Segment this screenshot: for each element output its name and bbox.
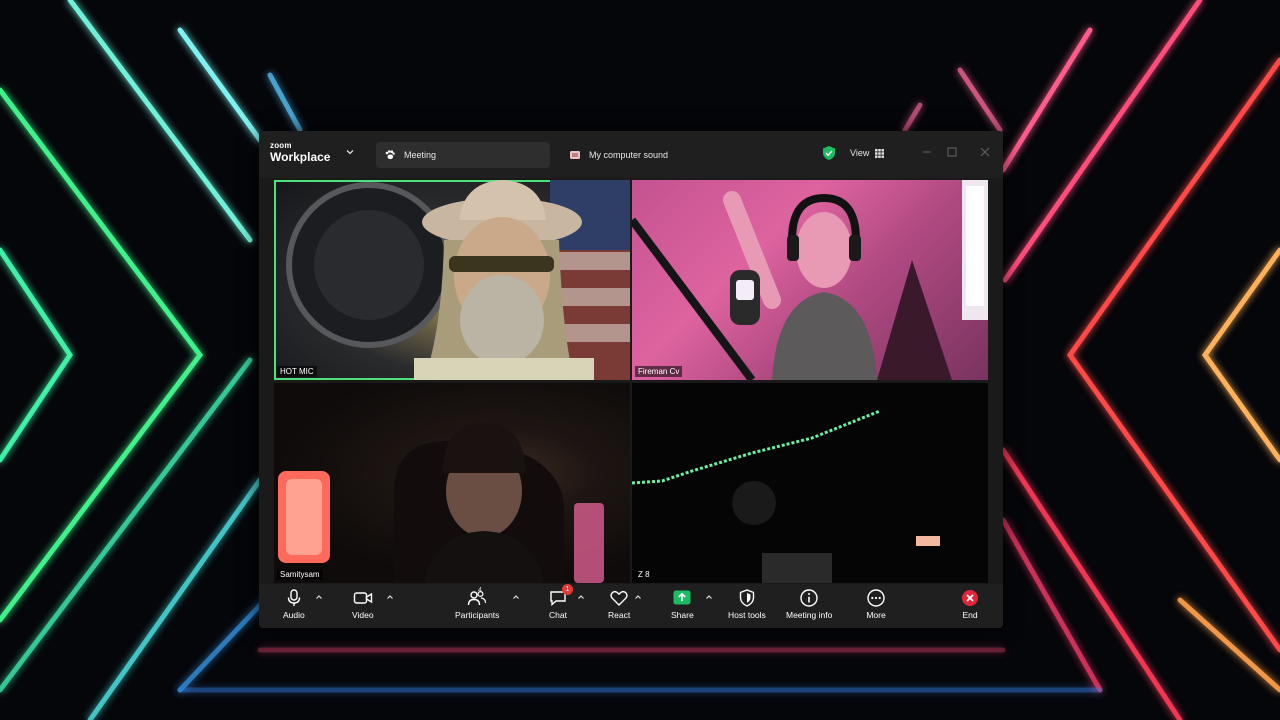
meeting-info-button[interactable]: Meeting info [786, 588, 832, 626]
participant-name-label: Samitysam [277, 569, 323, 580]
react-options-caret-icon[interactable] [634, 593, 642, 601]
logo-small-text: zoom [270, 141, 292, 150]
share-label: Share [671, 610, 694, 620]
more-dots-icon [867, 589, 885, 607]
video-options-caret-icon[interactable] [386, 593, 394, 601]
security-shield-icon[interactable] [822, 145, 836, 161]
video-feed [286, 180, 630, 380]
camera-icon [353, 592, 372, 604]
microphone-icon [287, 589, 301, 606]
chevron-down-icon[interactable] [345, 147, 355, 157]
title-bar: zoom Workplace Meeting My computer sound [259, 131, 1003, 178]
react-button[interactable]: React [608, 588, 630, 626]
chat-options-caret-icon[interactable] [577, 593, 585, 601]
meeting-toolbar: Audio Video 4 Participants 1 Chat React … [259, 584, 1003, 628]
video-tile-samitysam[interactable]: Samitysam [274, 383, 630, 583]
chat-label: Chat [549, 610, 567, 620]
chat-button[interactable]: 1 Chat [548, 584, 573, 626]
chat-icon-wrap: 1 [548, 584, 573, 608]
audio-label: Audio [283, 610, 305, 620]
share-screen-icon [673, 590, 691, 605]
participant-name-label: Fireman Cv [635, 366, 683, 377]
video-tile-hot-mic[interactable]: HOT MIC [274, 180, 630, 380]
share-options-caret-icon[interactable] [705, 593, 713, 601]
minimize-icon[interactable] [920, 145, 934, 159]
more-button[interactable]: More [866, 588, 886, 626]
zoom-window: zoom Workplace Meeting My computer sound [259, 131, 1003, 628]
close-icon[interactable] [978, 145, 992, 159]
computer-sound-icon [570, 151, 580, 159]
tab-computer-sound-label: My computer sound [589, 150, 669, 160]
meeting-info-label: Meeting info [786, 610, 833, 620]
participants-options-caret-icon[interactable] [512, 593, 520, 601]
video-tile-fireman-cv[interactable]: Fireman Cv [632, 180, 988, 380]
paw-icon [385, 150, 395, 160]
logo-big-text: Workplace [270, 150, 331, 164]
share-button[interactable]: Share [671, 588, 694, 626]
end-meeting-button[interactable]: End [960, 588, 980, 626]
participant-name-label: Z 8 [635, 569, 653, 580]
maximize-icon[interactable] [945, 145, 959, 159]
audio-options-caret-icon[interactable] [315, 593, 323, 601]
chat-unread-badge: 1 [562, 584, 573, 595]
participants-count: 4 [478, 587, 482, 594]
video-label: Video [352, 610, 374, 620]
audio-button[interactable]: Audio [283, 588, 305, 626]
video-tile-z8[interactable]: Z 8 [632, 383, 988, 583]
host-tools-button[interactable]: Host tools [728, 588, 766, 626]
participant-name-label: HOT MIC [277, 366, 317, 377]
grid-icon [875, 148, 885, 158]
host-tools-label: Host tools [728, 610, 766, 620]
zoom-workplace-logo[interactable]: zoom Workplace [270, 141, 331, 165]
more-label: More [866, 610, 886, 620]
host-shield-icon [739, 589, 755, 607]
video-button[interactable]: Video [352, 588, 374, 626]
video-feed [632, 409, 940, 583]
tab-meeting[interactable]: Meeting [376, 142, 550, 168]
tab-computer-sound[interactable]: My computer sound [561, 142, 721, 168]
participants-button[interactable]: 4 Participants [455, 587, 500, 626]
info-icon [800, 589, 818, 607]
end-label: End [962, 610, 978, 620]
tab-meeting-label: Meeting [404, 150, 437, 160]
heart-icon [610, 590, 628, 606]
participants-label: Participants [455, 610, 500, 620]
react-label: React [608, 610, 631, 620]
video-feed [632, 180, 988, 380]
view-button[interactable]: View [841, 142, 891, 164]
view-label: View [850, 148, 870, 158]
video-feed [278, 423, 604, 583]
end-call-icon [962, 590, 978, 606]
